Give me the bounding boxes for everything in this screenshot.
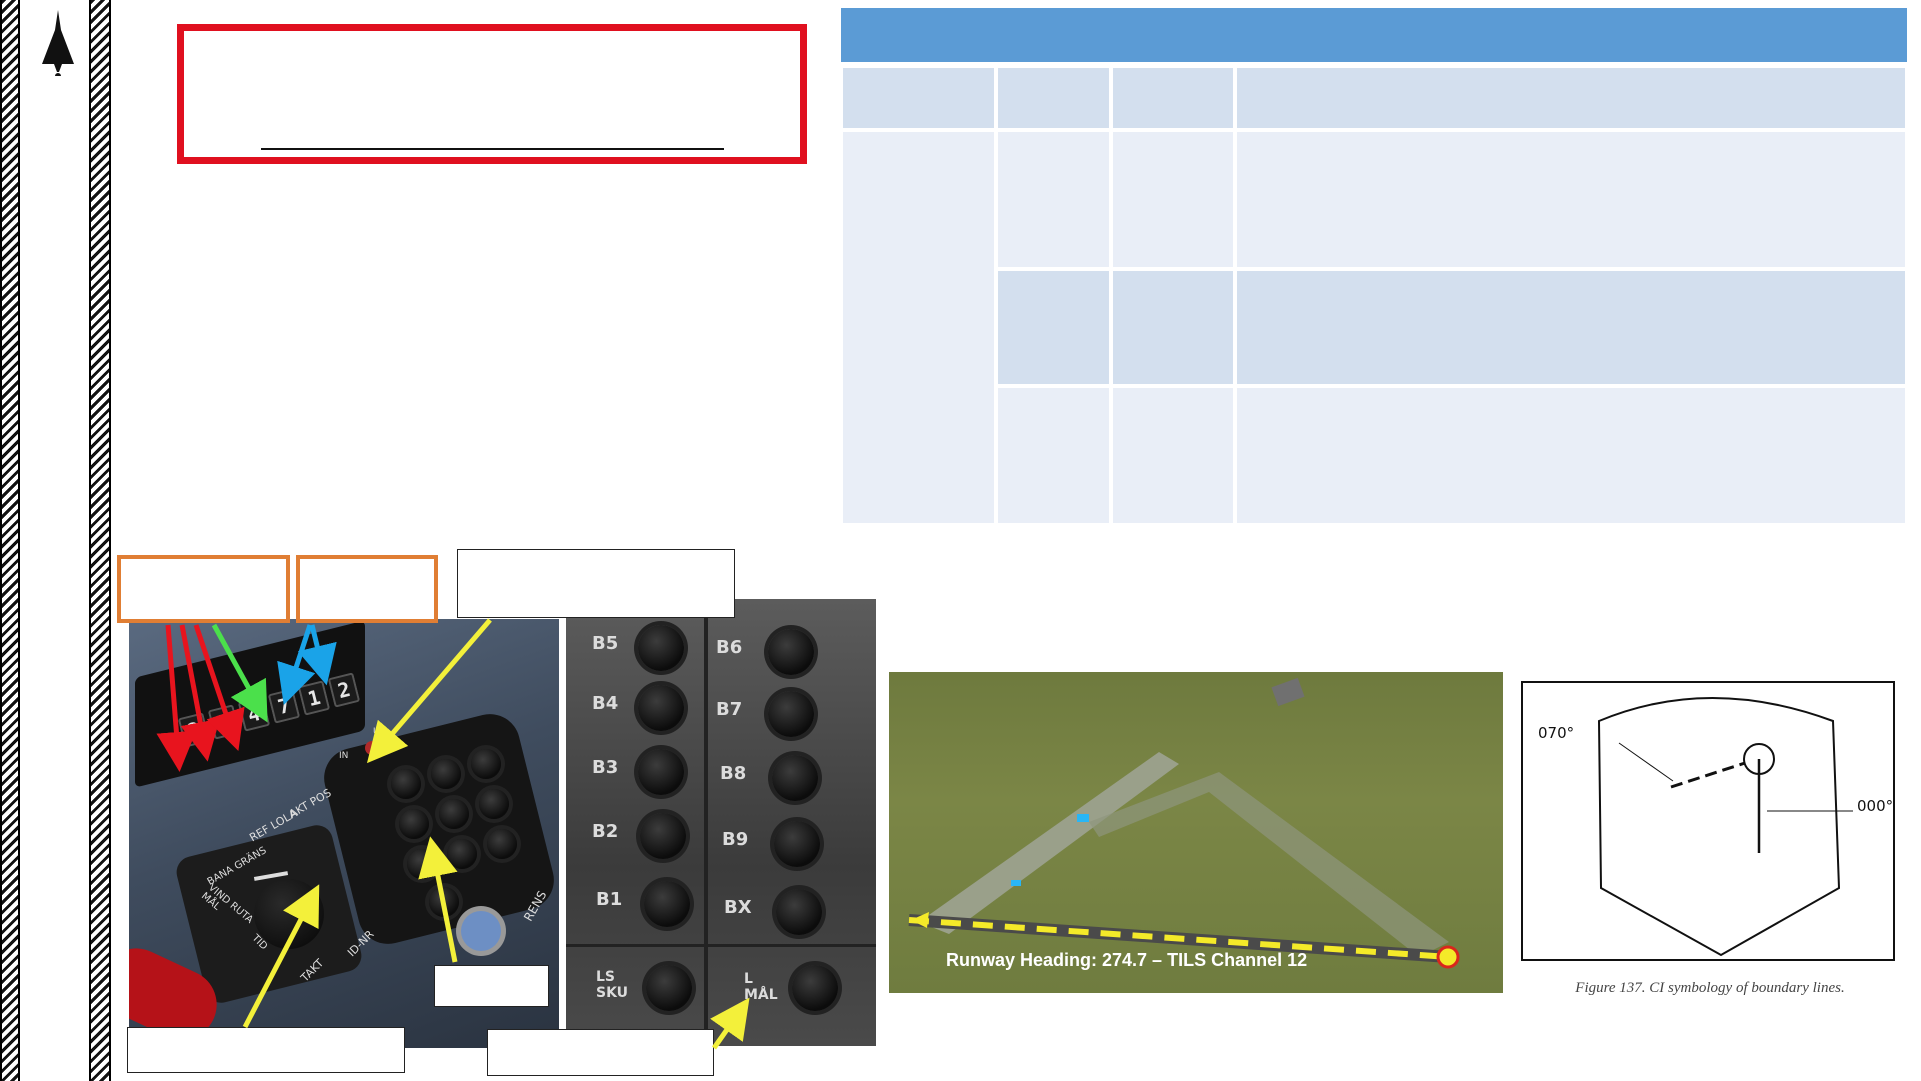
figure-caption: Figure 137. CI symbology of boundary lin… bbox=[1575, 980, 1845, 996]
airfield-map-drawing bbox=[908, 677, 1460, 969]
airfield-map bbox=[889, 672, 1503, 993]
ci-symbology-figure bbox=[1521, 681, 1895, 961]
figure-label-000: 000° bbox=[1857, 797, 1894, 815]
figure-label-070: 070° bbox=[1538, 724, 1575, 742]
map-runway-caption: Runway Heading: 274.7 – TILS Channel 12 bbox=[946, 950, 1308, 970]
boundary-lines-diagram bbox=[1597, 697, 1853, 957]
